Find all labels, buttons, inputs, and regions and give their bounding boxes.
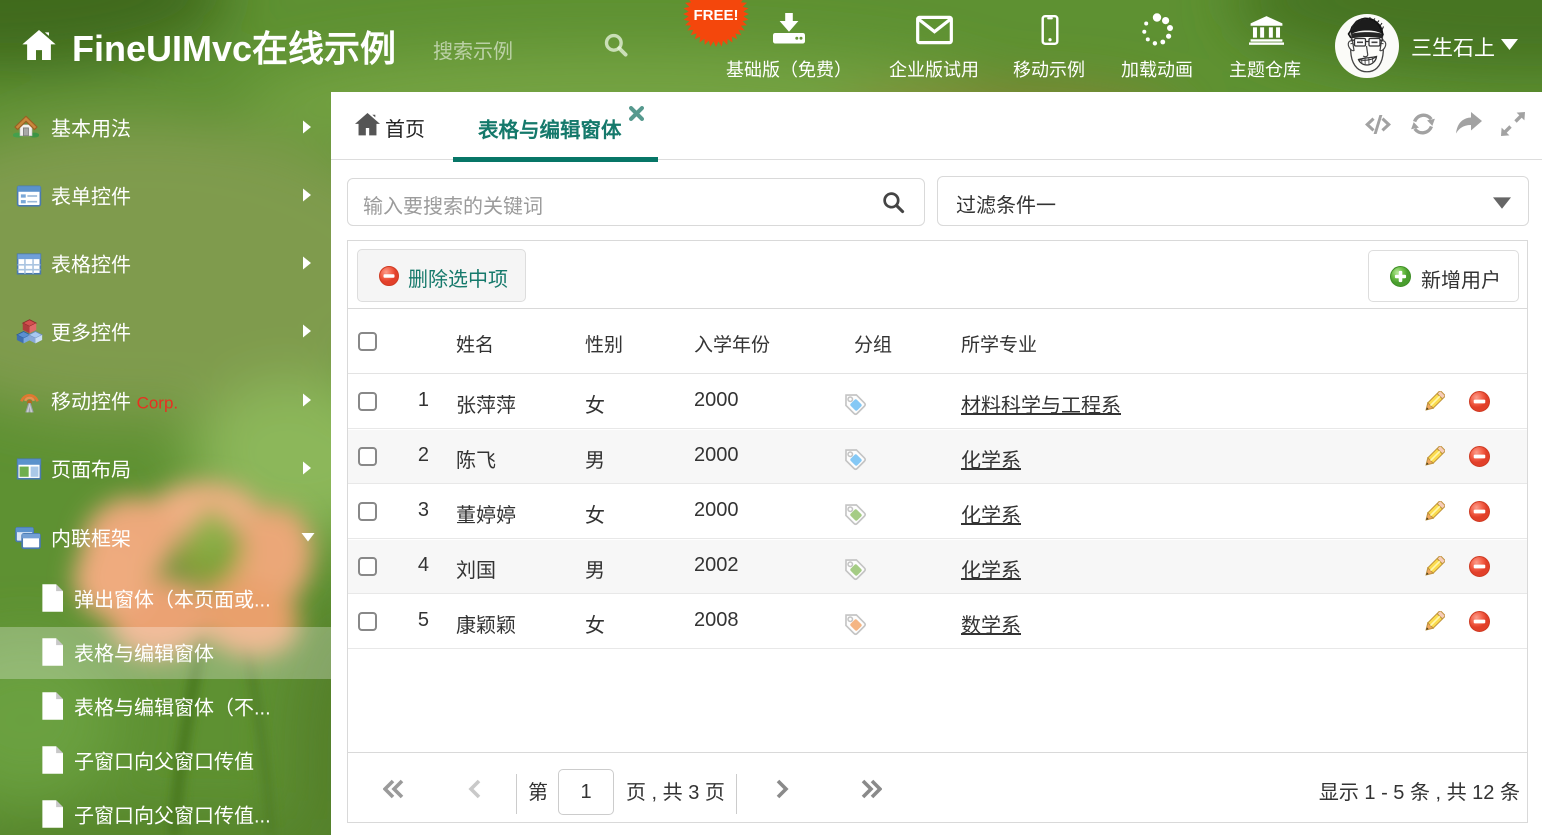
svg-text:FREE!: FREE! — [694, 7, 739, 24]
